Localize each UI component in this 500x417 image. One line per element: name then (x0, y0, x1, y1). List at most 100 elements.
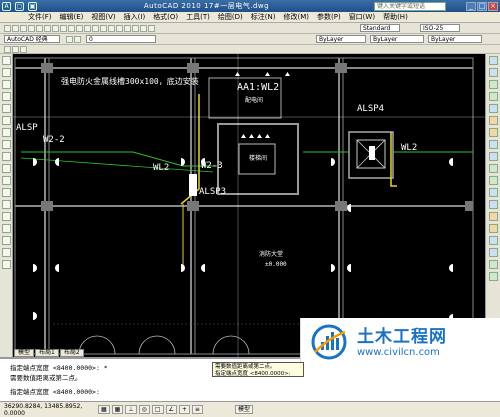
dimension-tool-icon[interactable] (488, 272, 498, 281)
arc-icon[interactable] (1, 116, 11, 125)
maximize-button[interactable]: □ (477, 1, 487, 11)
menu-format[interactable]: 格式(O) (153, 12, 178, 22)
table-icon[interactable] (1, 248, 11, 257)
layer-state-icon[interactable] (74, 36, 81, 43)
circle-icon[interactable] (1, 128, 11, 137)
ortho-toggle[interactable]: ⊥ (125, 405, 137, 414)
copy-object-icon[interactable] (488, 68, 498, 77)
print-icon[interactable] (28, 25, 35, 32)
close-button[interactable]: × (488, 1, 498, 11)
cut-icon[interactable] (44, 25, 51, 32)
undo-icon[interactable] (76, 25, 83, 32)
open-icon[interactable] (12, 25, 19, 32)
join-icon[interactable] (488, 212, 498, 221)
hatch-icon[interactable] (1, 212, 11, 221)
region-icon[interactable] (1, 236, 11, 245)
explode-icon[interactable] (488, 248, 498, 257)
layer-manager-icon[interactable] (66, 36, 73, 43)
chamfer-icon[interactable] (488, 224, 498, 233)
move-icon[interactable] (488, 116, 498, 125)
layer-dropdown[interactable]: 0 (86, 35, 156, 43)
extend-icon[interactable] (488, 176, 498, 185)
menu-file[interactable]: 文件(F) (28, 12, 52, 22)
grid-toggle[interactable]: ▦ (111, 405, 124, 414)
quick-access-save-icon[interactable]: ▣ (28, 1, 37, 11)
tool-palettes-icon[interactable] (140, 25, 147, 32)
minimize-button[interactable]: _ (466, 1, 476, 11)
bring-front-icon[interactable] (12, 46, 19, 53)
otrack-toggle[interactable]: ∠ (165, 405, 177, 414)
workspace-dropdown[interactable]: AutoCAD 经典 (4, 35, 60, 43)
match-icon[interactable] (68, 25, 75, 32)
line-icon[interactable] (1, 56, 11, 65)
zoom-window-icon[interactable] (108, 25, 115, 32)
send-back-icon[interactable] (20, 46, 27, 53)
draw-order-icon[interactable] (4, 46, 11, 53)
paste-icon[interactable] (60, 25, 67, 32)
text-tool-icon[interactable] (488, 260, 498, 269)
pan-icon[interactable] (92, 25, 99, 32)
linetype-dropdown[interactable]: ByLayer (370, 35, 424, 43)
break-point-icon[interactable] (488, 188, 498, 197)
lineweight-dropdown[interactable]: ByLayer (428, 35, 482, 43)
snap-toggle[interactable]: ▦ (98, 405, 110, 414)
properties-icon[interactable] (124, 25, 131, 32)
revcloud-icon[interactable] (1, 140, 11, 149)
model-space-button[interactable]: 模型 (234, 405, 253, 414)
new-icon[interactable] (4, 25, 11, 32)
menu-insert[interactable]: 插入(I) (124, 12, 146, 22)
osnap-toggle[interactable]: □ (151, 405, 164, 414)
command-prompt[interactable]: 指定端点宽度 <8400.0000>: (10, 386, 100, 396)
design-center-icon[interactable] (132, 25, 139, 32)
help-search-input[interactable]: 键入关键字或短语 (374, 1, 446, 11)
offset-icon[interactable] (488, 92, 498, 101)
tab-layout2[interactable]: 布局2 (59, 349, 84, 357)
menu-view[interactable]: 视图(V) (91, 12, 115, 22)
ellipse-icon[interactable] (1, 164, 11, 173)
lineweight-toggle[interactable]: ≡ (191, 405, 203, 414)
dim-style-dropdown[interactable]: ISO-25 (420, 24, 460, 32)
point-icon[interactable] (1, 200, 11, 209)
stretch-icon[interactable] (488, 152, 498, 161)
app-menu-icon[interactable]: A (2, 1, 11, 11)
drawing-canvas[interactable]: 强电防火金属线槽300x100，底边安装 AA1:WL2 配电间 ALSP W2… (13, 54, 485, 357)
erase-icon[interactable] (488, 56, 498, 65)
menu-tools[interactable]: 工具(T) (186, 12, 210, 22)
fillet-icon[interactable] (488, 236, 498, 245)
scale-icon[interactable] (488, 140, 498, 149)
array-icon[interactable] (488, 104, 498, 113)
copy-icon[interactable] (52, 25, 59, 32)
menu-draw[interactable]: 绘图(D) (218, 12, 243, 22)
color-dropdown[interactable]: ByLayer (316, 35, 366, 43)
polygon-icon[interactable] (1, 92, 11, 101)
preview-icon[interactable] (36, 25, 43, 32)
make-block-icon[interactable] (1, 188, 11, 197)
spline-icon[interactable] (1, 152, 11, 161)
help-icon[interactable] (148, 25, 155, 32)
coordinate-readout[interactable]: 36290.8284, 13485.8952, 0.0000 (0, 403, 98, 417)
menu-dimension[interactable]: 标注(N) (251, 12, 276, 22)
mirror-icon[interactable] (488, 80, 498, 89)
menu-modify[interactable]: 修改(M) (283, 12, 309, 22)
redo-icon[interactable] (84, 25, 91, 32)
gradient-icon[interactable] (1, 224, 11, 233)
text-style-dropdown[interactable]: Standard (360, 24, 400, 32)
menu-parametric[interactable]: 参数(P) (317, 12, 341, 22)
break-icon[interactable] (488, 200, 498, 209)
save-icon[interactable] (20, 25, 27, 32)
trim-icon[interactable] (488, 164, 498, 173)
quick-access-new-icon[interactable]: ▢ (15, 1, 24, 11)
rotate-icon[interactable] (488, 128, 498, 137)
zoom-icon[interactable] (100, 25, 107, 32)
zoom-previous-icon[interactable] (116, 25, 123, 32)
insert-block-icon[interactable] (1, 176, 11, 185)
tab-model[interactable]: 模型 (14, 349, 35, 357)
menu-help[interactable]: 帮助(H) (383, 12, 408, 22)
dyn-toggle[interactable]: + (178, 405, 190, 414)
mtext-icon[interactable] (1, 260, 11, 269)
polyline-icon[interactable] (1, 80, 11, 89)
tab-layout1[interactable]: 布局1 (35, 349, 59, 357)
menu-window[interactable]: 窗口(W) (349, 12, 375, 22)
polar-toggle[interactable]: ◎ (138, 405, 150, 414)
rectangle-icon[interactable] (1, 104, 11, 113)
